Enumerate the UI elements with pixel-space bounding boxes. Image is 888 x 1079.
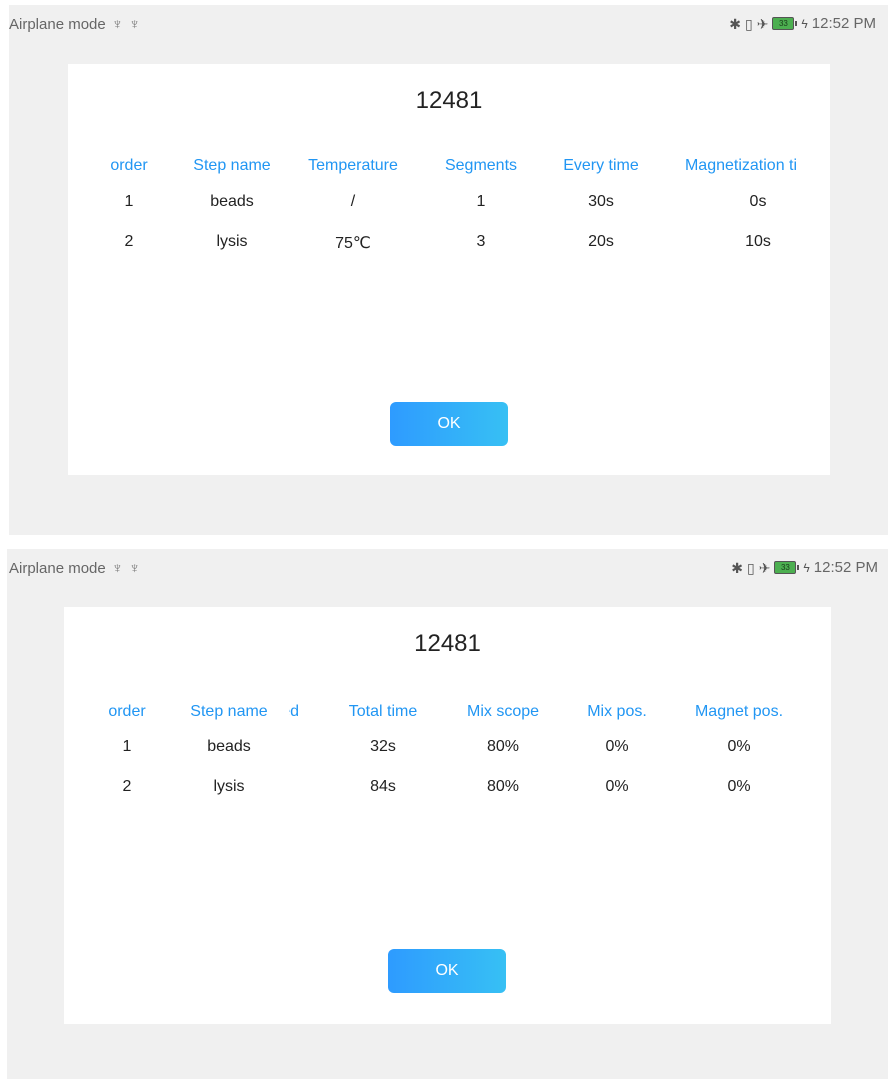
cell-every-time: 20s xyxy=(588,233,614,250)
header-total-time: Total time xyxy=(348,703,418,720)
dialog-title: 12481 xyxy=(415,87,483,114)
clock: 12:52 PM xyxy=(811,15,876,32)
vibrate-icon: ▯ xyxy=(746,559,755,576)
status-bar: Airplane mode ♆ ♆ ✱ ▯ ✈ 33 ϟ 12:52 PM xyxy=(7,549,888,587)
header-step-name: Step name xyxy=(193,157,271,174)
battery-icon: 33 xyxy=(774,561,800,574)
cell-mix-pos: 0% xyxy=(605,778,629,795)
ok-button[interactable]: OK xyxy=(390,402,508,446)
cell-step-name: beads xyxy=(207,738,251,755)
usb-icon: ♆ xyxy=(111,560,123,577)
header-order: order xyxy=(108,703,146,720)
header-segments: Segments xyxy=(444,157,518,174)
dialog-title: 12481 xyxy=(414,630,481,657)
cell-total-time: 84s xyxy=(370,778,396,795)
bluetooth-icon: ✱ xyxy=(731,559,743,576)
table-row: 2 lysis 75℃ 3 20s 10s xyxy=(68,233,830,257)
ok-button[interactable]: OK xyxy=(388,949,506,993)
screen-1: Airplane mode ♆ ♆ ✱ ▯ ✈ 33 ϟ 12:52 PM 12… xyxy=(9,5,888,535)
cell-temperature: 75℃ xyxy=(335,235,371,252)
cell-step-name: beads xyxy=(210,193,254,210)
usb-icon: ♆ xyxy=(128,560,141,577)
screen-2: Airplane mode ♆ ♆ ✱ ▯ ✈ 33 ϟ 12:52 PM 12… xyxy=(7,549,888,1079)
header-clipped-column: ed xyxy=(289,703,299,720)
battery-level: 33 xyxy=(772,17,795,30)
header-mix-scope: Mix scope xyxy=(466,703,540,720)
cell-magnetization-time: 0s xyxy=(749,193,767,210)
status-bar: Airplane mode ♆ ♆ ✱ ▯ ✈ 33 ϟ 12:52 PM xyxy=(9,5,888,43)
cell-mix-scope: 80% xyxy=(486,738,520,755)
header-temperature: Temperature xyxy=(308,157,398,174)
header-mix-pos: Mix pos. xyxy=(587,703,647,720)
cell-temperature: / xyxy=(350,193,356,210)
cell-total-time: 32s xyxy=(370,738,396,755)
cell-mix-pos: 0% xyxy=(605,738,629,755)
table-row: 1 beads 32s 80% 0% 0% xyxy=(64,738,831,762)
cell-mix-scope: 80% xyxy=(486,778,520,795)
cell-order: 1 xyxy=(122,738,132,755)
cell-segments: 1 xyxy=(476,193,486,210)
header-magnetization-time: Magnetization ti xyxy=(684,157,798,174)
cell-order: 2 xyxy=(122,778,132,795)
cell-magnet-pos: 0% xyxy=(727,738,751,755)
cell-step-name: lysis xyxy=(213,778,245,795)
table-row: 1 beads / 1 30s 0s xyxy=(68,193,830,217)
vibrate-icon: ▯ xyxy=(744,15,753,32)
table-header: order Step name ed Total time Mix scope … xyxy=(64,703,831,727)
cell-magnetization-time: 10s xyxy=(745,233,771,250)
charging-icon: ϟ xyxy=(801,16,808,31)
step-details-dialog: 12481 order Step name ed Total time Mix … xyxy=(64,607,831,1024)
table-row: 2 lysis 84s 80% 0% 0% xyxy=(64,778,831,802)
cell-segments: 3 xyxy=(476,233,486,250)
header-order: order xyxy=(110,157,148,174)
bluetooth-icon: ✱ xyxy=(729,15,741,32)
usb-icon: ♆ xyxy=(111,16,123,33)
battery-icon: 33 xyxy=(772,17,798,30)
header-step-name: Step name xyxy=(190,703,268,720)
battery-level: 33 xyxy=(774,561,797,574)
cell-step-name: lysis xyxy=(216,233,248,250)
cell-order: 2 xyxy=(124,233,134,250)
header-magnet-pos: Magnet pos. xyxy=(694,703,784,720)
cell-every-time: 30s xyxy=(588,193,614,210)
cell-order: 1 xyxy=(124,193,134,210)
table-header: order Step name Temperature Segments Eve… xyxy=(68,157,830,181)
cell-magnet-pos: 0% xyxy=(727,778,751,795)
airplane-icon: ✈ xyxy=(758,559,771,576)
usb-icon: ♆ xyxy=(128,16,141,33)
header-every-time: Every time xyxy=(563,157,639,174)
clock: 12:52 PM xyxy=(813,559,878,576)
airplane-mode-label: Airplane mode xyxy=(9,560,106,577)
airplane-mode-label: Airplane mode xyxy=(9,16,106,33)
airplane-icon: ✈ xyxy=(756,15,769,32)
charging-icon: ϟ xyxy=(803,560,810,575)
step-details-dialog: 12481 order Step name Temperature Segmen… xyxy=(68,64,830,475)
